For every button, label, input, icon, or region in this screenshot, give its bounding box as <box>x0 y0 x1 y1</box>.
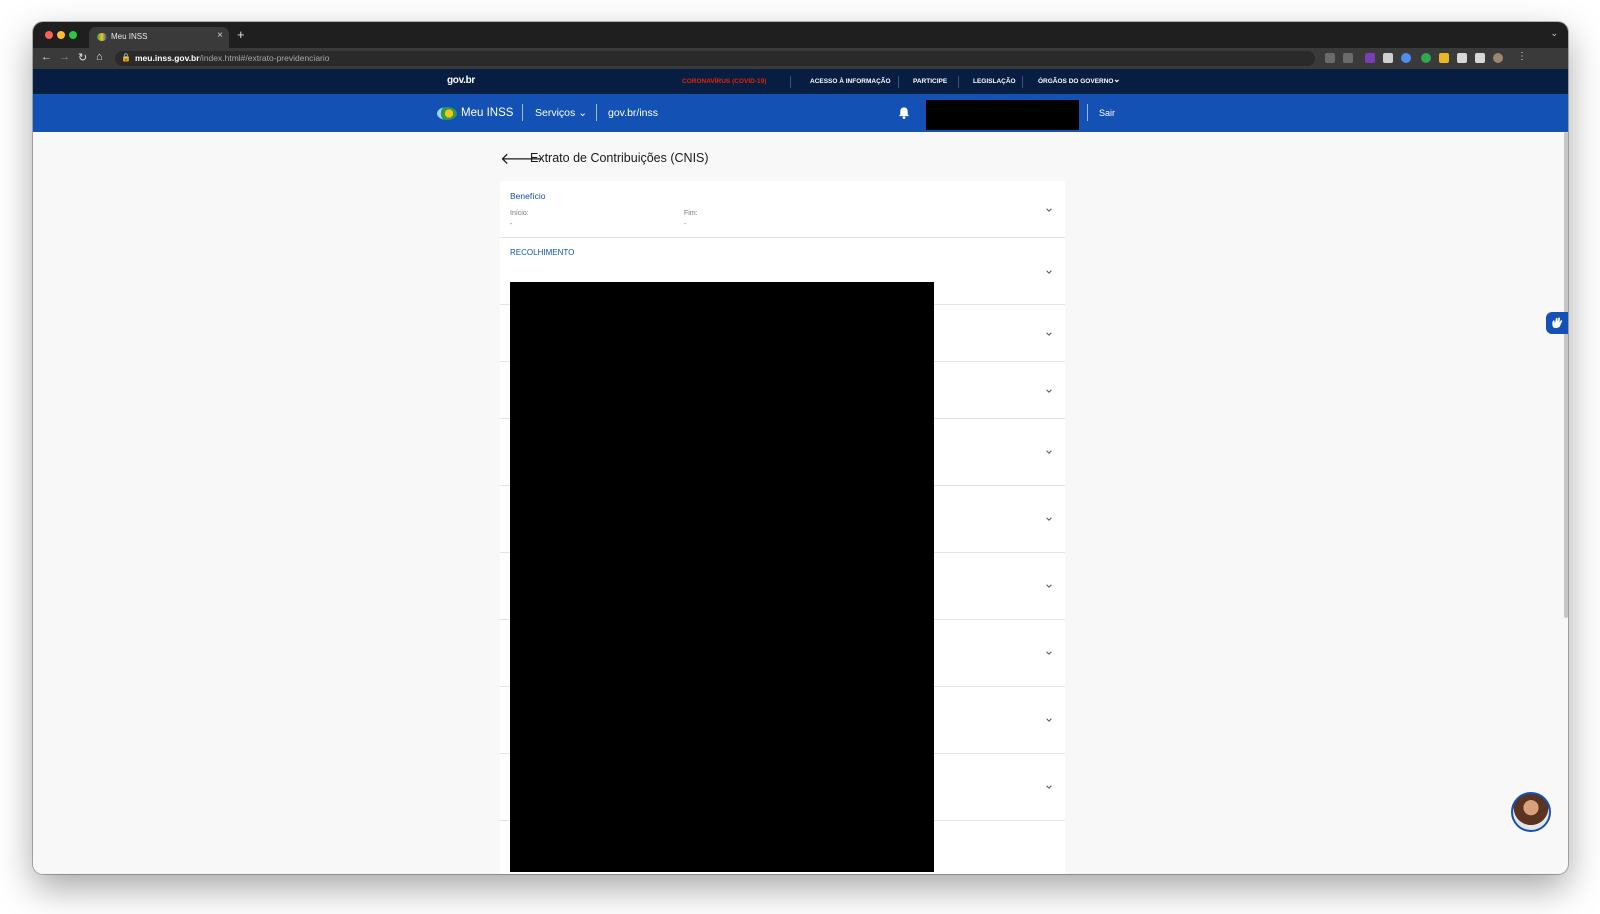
chevron-down-icon[interactable] <box>1045 783 1053 791</box>
virtual-assistant-avatar[interactable] <box>1511 792 1551 832</box>
chevron-down-icon[interactable] <box>1045 330 1053 338</box>
govbr-logo[interactable]: gov.br <box>447 75 475 86</box>
govbr-link-participe[interactable]: PARTICIPE <box>913 78 947 85</box>
extension-icon[interactable] <box>1439 53 1449 63</box>
chevron-down-icon[interactable] <box>1045 448 1053 456</box>
chevron-down-icon: ⌄ <box>578 107 587 119</box>
page-title: Extrato de Contribuições (CNIS) <box>530 151 709 165</box>
forward-button[interactable]: → <box>59 51 70 63</box>
govbr-bar: gov.br CORONAVÍRUS (COVID-19) ACESSO À I… <box>33 69 1568 94</box>
tab-search-chevron-icon[interactable]: ⌄ <box>1550 28 1558 39</box>
inss-favicon-icon <box>97 33 107 41</box>
extensions-puzzle-icon[interactable] <box>1457 53 1467 63</box>
back-button[interactable]: ← <box>41 51 52 63</box>
bookmark-star-icon[interactable] <box>1343 53 1353 63</box>
logout-link[interactable]: Sair <box>1099 108 1115 118</box>
services-menu[interactable]: Serviços ⌄ <box>535 107 587 119</box>
reload-button[interactable]: ↻ <box>78 51 87 64</box>
govbr-link-acesso[interactable]: ACESSO À INFORMAÇÃO <box>810 78 891 85</box>
fim-label: Fim: <box>684 210 698 217</box>
chevron-down-icon[interactable] <box>1045 649 1053 657</box>
tab-title: Meu INSS <box>111 32 148 41</box>
list-item-beneficio[interactable]: Benefício Início: - Fim: - <box>500 181 1065 238</box>
divider <box>958 76 959 88</box>
page-heading: 🡐 Extrato de Contribuições (CNIS) <box>500 146 1065 176</box>
extension-icon[interactable] <box>1383 53 1393 63</box>
browser-menu-icon[interactable]: ⋮ <box>1517 51 1527 62</box>
chevron-down-icon[interactable]: ⌄ <box>1113 74 1121 85</box>
meu-inss-logo-icon[interactable] <box>437 107 457 120</box>
chevron-down-icon[interactable] <box>1045 268 1053 276</box>
chevron-down-icon[interactable] <box>1045 716 1053 724</box>
recolhimento-label: RECOLHIMENTO <box>510 248 575 257</box>
hand-sign-icon <box>1552 317 1563 329</box>
browser-window: Meu INSS × + ⌄ ← → ↻ ⌂ 🔒 meu.inss.gov.br… <box>33 22 1568 874</box>
inicio-label: Início: <box>510 210 529 217</box>
url-host: meu.inss.gov.br <box>135 53 200 63</box>
address-bar[interactable]: 🔒 meu.inss.gov.br/index.html#/extrato-pr… <box>115 51 1315 66</box>
new-tab-button[interactable]: + <box>237 27 245 42</box>
user-name-redacted <box>926 100 1079 130</box>
divider <box>1087 104 1088 121</box>
page-scrollbar[interactable] <box>1564 132 1568 618</box>
chevron-down-icon[interactable] <box>1045 206 1053 214</box>
divider <box>898 76 899 88</box>
extension-icon[interactable] <box>1401 53 1411 63</box>
app-header: Meu INSS Serviços ⌄ gov.br/inss Sair <box>33 94 1568 132</box>
maximize-window-button[interactable] <box>69 31 77 39</box>
inicio-value: - <box>510 221 513 228</box>
services-label: Serviços <box>535 107 576 119</box>
tab-strip: Meu INSS × + ⌄ <box>33 22 1568 48</box>
divider <box>1022 76 1023 88</box>
govbr-inss-link[interactable]: gov.br/inss <box>608 107 658 119</box>
chevron-down-icon[interactable] <box>1045 515 1053 523</box>
browser-tab[interactable]: Meu INSS × <box>89 27 229 48</box>
share-icon[interactable] <box>1325 53 1335 63</box>
chevron-down-icon[interactable] <box>1045 582 1053 590</box>
divider <box>522 104 523 121</box>
vlibras-accessibility-button[interactable] <box>1546 312 1568 334</box>
govbr-link-covid[interactable]: CORONAVÍRUS (COVID-19) <box>682 78 766 85</box>
beneficio-label: Benefício <box>510 191 546 201</box>
fim-value: - <box>684 221 687 228</box>
desktop: Meu INSS × + ⌄ ← → ↻ ⌂ 🔒 meu.inss.gov.br… <box>0 0 1600 914</box>
bell-icon[interactable] <box>897 106 911 120</box>
chevron-down-icon[interactable] <box>1045 387 1053 395</box>
redacted-contributions-block <box>510 282 934 872</box>
extension-icon[interactable] <box>1365 53 1375 63</box>
divider <box>790 76 791 88</box>
browser-toolbar: ← → ↻ ⌂ 🔒 meu.inss.gov.br/index.html#/ex… <box>33 48 1568 69</box>
close-window-button[interactable] <box>45 31 53 39</box>
extension-icon[interactable] <box>1421 53 1431 63</box>
url-text: meu.inss.gov.br/index.html#/extrato-prev… <box>135 53 330 63</box>
app-name[interactable]: Meu INSS <box>461 107 513 119</box>
side-panel-icon[interactable] <box>1475 53 1485 63</box>
url-path: /index.html#/extrato-previdenciario <box>199 53 330 63</box>
home-button[interactable]: ⌂ <box>96 51 103 63</box>
lock-icon[interactable]: 🔒 <box>121 53 131 62</box>
govbr-link-legislacao[interactable]: LEGISLAÇÃO <box>973 78 1016 85</box>
profile-avatar-icon[interactable] <box>1493 53 1503 63</box>
close-tab-icon[interactable]: × <box>217 30 223 41</box>
minimize-window-button[interactable] <box>57 31 65 39</box>
govbr-link-orgaos[interactable]: ÓRGÃOS DO GOVERNO <box>1038 78 1113 85</box>
page-content: 🡐 Extrato de Contribuições (CNIS) Benefí… <box>33 132 1533 874</box>
divider <box>596 104 597 121</box>
